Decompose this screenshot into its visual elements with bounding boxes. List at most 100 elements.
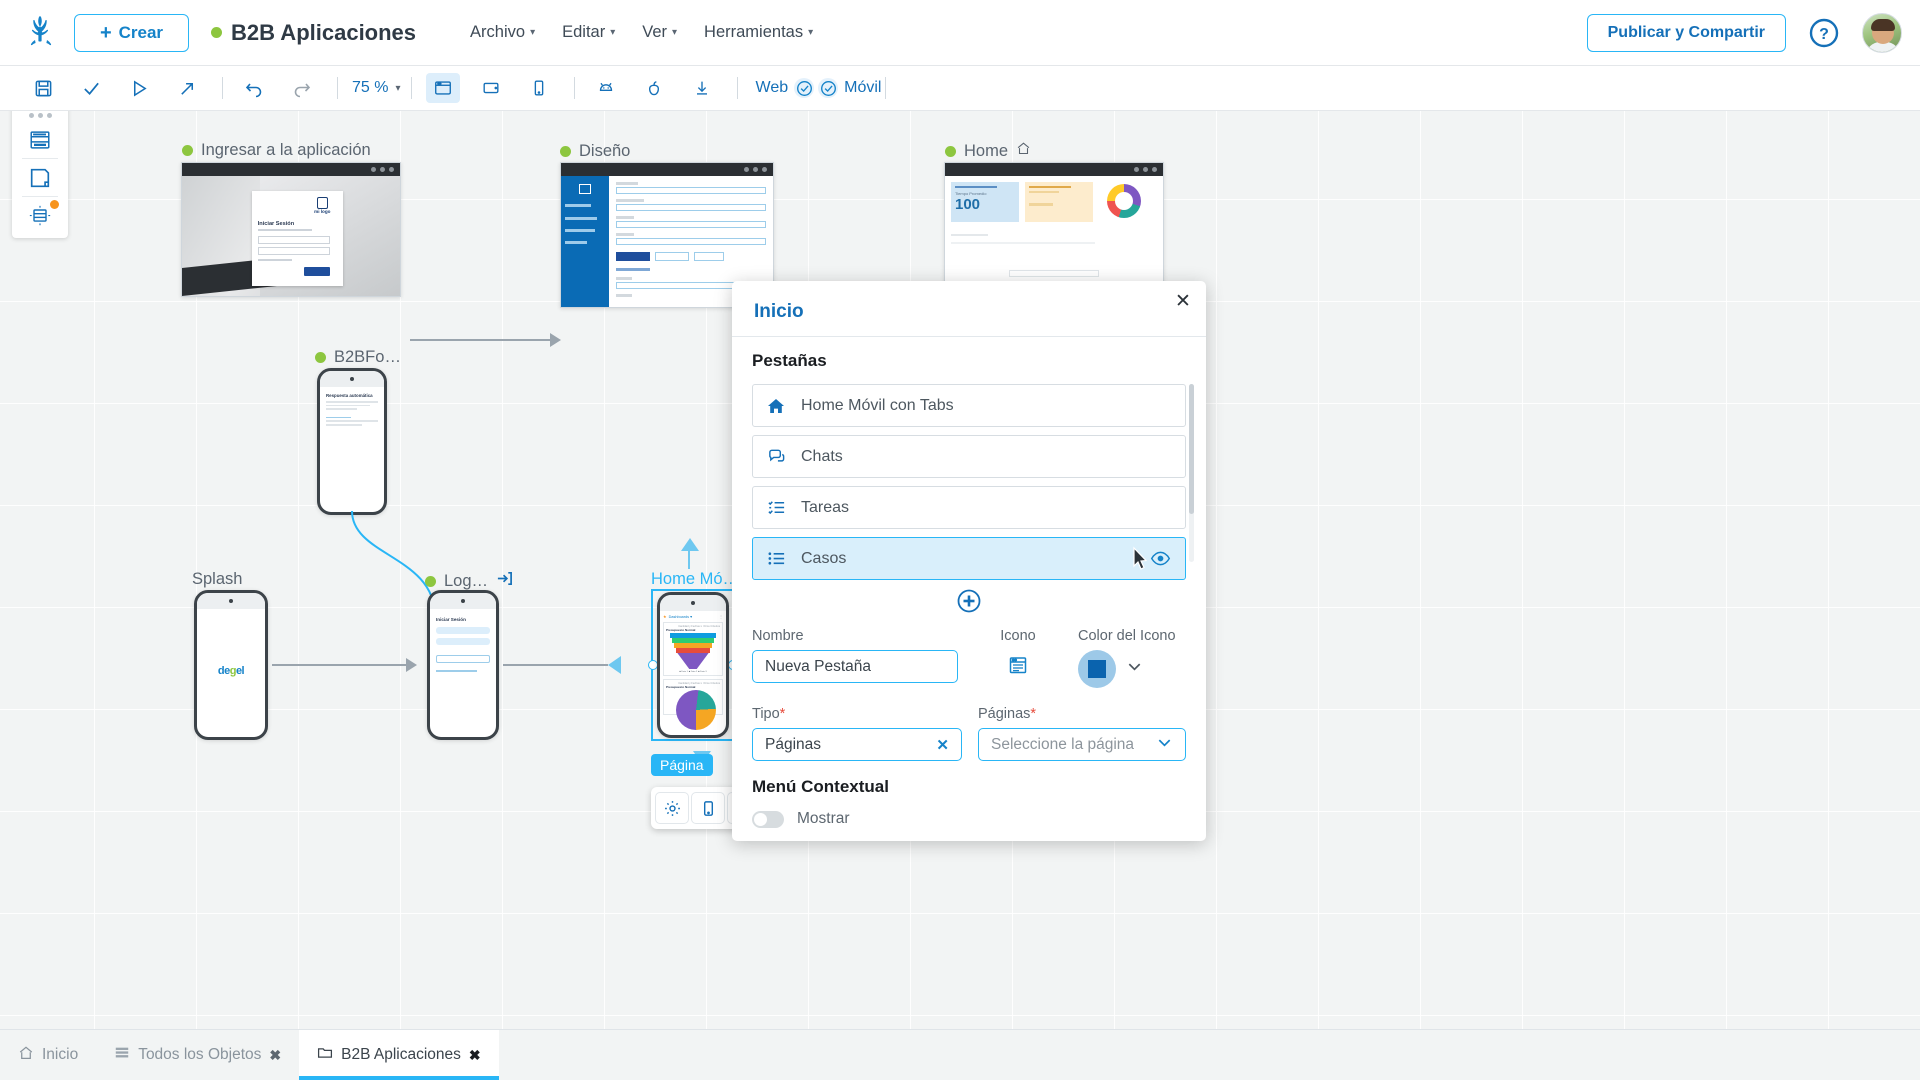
menu-herramientas[interactable]: Herramientas ▾ bbox=[704, 23, 813, 42]
menu-ver-label: Ver bbox=[642, 23, 667, 42]
node-label-text: Home Mó… bbox=[651, 570, 739, 589]
tipo-select[interactable]: Páginas ✕ bbox=[752, 728, 962, 761]
avatar[interactable] bbox=[1862, 13, 1902, 53]
node-label-splash[interactable]: Splash bbox=[192, 570, 242, 589]
field-paginas: Páginas* Seleccione la página bbox=[978, 706, 1186, 761]
toolbar-divider bbox=[337, 77, 338, 99]
tab-item-label: Casos bbox=[801, 550, 846, 568]
color-swatch[interactable] bbox=[1078, 650, 1116, 688]
form-icon[interactable] bbox=[958, 650, 1078, 676]
undo-icon[interactable] bbox=[237, 73, 271, 103]
bottom-tab-label: B2B Aplicaciones bbox=[341, 1046, 461, 1064]
close-icon[interactable]: ✕ bbox=[1172, 290, 1194, 312]
save-icon[interactable] bbox=[26, 73, 60, 103]
section-title-pestanas: Pestañas bbox=[752, 351, 1186, 371]
node-status-dot bbox=[425, 576, 436, 587]
chevron-down-icon[interactable] bbox=[1126, 658, 1143, 680]
tipo-value: Páginas bbox=[765, 736, 821, 754]
node-preview: Iniciar Sesión bbox=[430, 609, 496, 680]
modal-body: Pestañas Home Móvil con Tabs Chats bbox=[732, 337, 1206, 828]
redo-icon[interactable] bbox=[285, 73, 319, 103]
create-button[interactable]: + Crear bbox=[74, 14, 189, 52]
play-icon[interactable] bbox=[122, 73, 156, 103]
node-preview: Respuesta automática bbox=[320, 387, 384, 434]
modal-title: Inicio bbox=[732, 281, 1206, 323]
question-mark-icon[interactable]: ? bbox=[1808, 17, 1840, 49]
mobile-icon[interactable] bbox=[691, 792, 725, 824]
connector-arrowhead-blue bbox=[608, 656, 621, 674]
tab-item-chats[interactable]: Chats bbox=[752, 435, 1186, 478]
plus-circle-icon[interactable] bbox=[956, 588, 982, 614]
paginas-select[interactable]: Seleccione la página bbox=[978, 728, 1186, 761]
frog-logo-icon[interactable] bbox=[18, 10, 64, 56]
apple-icon[interactable] bbox=[637, 73, 671, 103]
platform-mobile-toggle[interactable]: Móvil bbox=[818, 78, 881, 98]
close-icon[interactable]: ✖ bbox=[269, 1047, 281, 1064]
web-check-icon bbox=[794, 78, 814, 98]
android-icon[interactable] bbox=[589, 73, 623, 103]
field-row-nombre: Nombre Nueva Pestaña Icono Color del Ico… bbox=[752, 628, 1186, 688]
canvas-node-browser-ingresar[interactable]: mi logo Iniciar Sesión bbox=[181, 162, 401, 297]
field-label-color: Color del Icono bbox=[1078, 628, 1176, 644]
node-label-diseno[interactable]: Diseño bbox=[560, 142, 630, 161]
node-label-ingresar[interactable]: Ingresar a la aplicación bbox=[182, 141, 371, 160]
bottom-tab-b2b-aplicaciones[interactable]: B2B Aplicaciones ✖ bbox=[299, 1030, 499, 1080]
nombre-input[interactable]: Nueva Pestaña bbox=[752, 650, 958, 683]
palette-drag-handle[interactable] bbox=[12, 111, 68, 122]
app-header: + Crear B2B Aplicaciones Archivo ▾ Edita… bbox=[0, 0, 1920, 66]
component-icon[interactable] bbox=[12, 198, 68, 233]
mobile-icon[interactable] bbox=[522, 73, 556, 103]
stack-icon bbox=[114, 1045, 130, 1066]
toolbar-divider bbox=[574, 77, 575, 99]
canvas-palette bbox=[12, 111, 68, 238]
connector-arrow-up bbox=[681, 538, 699, 551]
node-label-text: Ingresar a la aplicación bbox=[201, 141, 371, 160]
bottom-tab-inicio[interactable]: Inicio bbox=[0, 1030, 96, 1080]
node-label-b2bform[interactable]: B2BFo… bbox=[315, 348, 401, 367]
publish-share-button[interactable]: Publicar y Compartir bbox=[1587, 14, 1786, 52]
required-marker: * bbox=[780, 706, 786, 722]
tab-item-home-movil[interactable]: Home Móvil con Tabs bbox=[752, 384, 1186, 427]
share-arrow-icon[interactable] bbox=[170, 73, 204, 103]
layout-panel-icon[interactable] bbox=[12, 122, 68, 157]
nombre-input-value: Nueva Pestaña bbox=[765, 658, 871, 676]
menu-editar[interactable]: Editar ▾ bbox=[562, 23, 615, 42]
toolbar-divider bbox=[885, 77, 886, 99]
plus-icon: + bbox=[100, 23, 112, 43]
tabs-scrollbar[interactable] bbox=[1189, 384, 1194, 514]
clear-x-icon[interactable]: ✕ bbox=[936, 736, 949, 754]
canvas-node-phone-b2bform[interactable]: Respuesta automática bbox=[317, 368, 387, 515]
check-icon[interactable] bbox=[74, 73, 108, 103]
node-label-home[interactable]: Home bbox=[945, 141, 1031, 161]
gear-icon[interactable] bbox=[655, 792, 689, 824]
chevron-down-icon: ▾ bbox=[808, 27, 813, 38]
create-button-label: Crear bbox=[119, 23, 163, 43]
tablet-icon[interactable] bbox=[474, 73, 508, 103]
close-icon[interactable]: ✖ bbox=[469, 1047, 481, 1064]
platform-web-toggle[interactable]: Web bbox=[756, 78, 815, 98]
bottom-tab-todos-los-objetos[interactable]: Todos los Objetos ✖ bbox=[96, 1030, 299, 1080]
eye-icon[interactable] bbox=[1150, 548, 1171, 569]
node-label-home-movil[interactable]: Home Mó… bbox=[651, 570, 739, 589]
list-icon bbox=[767, 549, 793, 568]
canvas-node-phone-home-movil[interactable]: ★ Dashboards ▾ ⋮ Cantidad y Fechas ▾ Otr… bbox=[657, 592, 729, 738]
desktop-icon[interactable] bbox=[426, 73, 460, 103]
tab-item-tareas[interactable]: Tareas bbox=[752, 486, 1186, 529]
field-label-tipo: Tipo* bbox=[752, 706, 962, 722]
menu-archivo-label: Archivo bbox=[470, 23, 525, 42]
editor-toolbar: 75 % ▾ Web Móvil bbox=[0, 66, 1920, 111]
node-label-login[interactable]: Log… bbox=[425, 570, 513, 592]
node-label-text: Diseño bbox=[579, 142, 630, 161]
mostrar-toggle[interactable] bbox=[752, 811, 784, 828]
canvas-node-phone-login[interactable]: Iniciar Sesión bbox=[427, 590, 499, 740]
page-icon[interactable] bbox=[12, 160, 68, 195]
menu-ver[interactable]: Ver ▾ bbox=[642, 23, 677, 42]
download-icon[interactable] bbox=[685, 73, 719, 103]
zoom-control[interactable]: 75 % ▾ bbox=[352, 79, 401, 97]
menu-archivo[interactable]: Archivo ▾ bbox=[470, 23, 535, 42]
app-title-group[interactable]: B2B Aplicaciones bbox=[211, 20, 416, 46]
connector-line-up bbox=[688, 549, 690, 569]
node-status-dot bbox=[560, 146, 571, 157]
tab-item-casos[interactable]: Casos bbox=[752, 537, 1186, 580]
canvas-node-phone-splash[interactable]: degel bbox=[194, 590, 268, 740]
